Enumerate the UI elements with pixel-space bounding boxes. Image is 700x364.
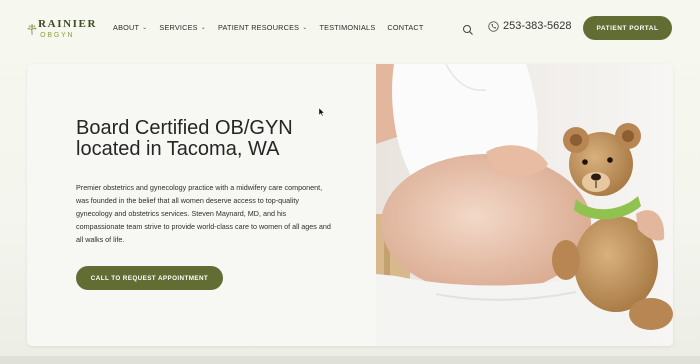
phone-link[interactable]: 253-383-5628 (488, 20, 572, 32)
tree-logo-icon (27, 24, 37, 35)
mouse-cursor-icon (318, 104, 325, 122)
patient-portal-button[interactable]: PATIENT PORTAL (583, 16, 672, 40)
nav-item-contact[interactable]: CONTACT (387, 23, 423, 32)
site-header: RAINIER OBGYN ABOUT ⌄ SERVICES ⌄ PATIENT R… (0, 0, 700, 58)
search-icon[interactable] (462, 23, 474, 35)
logo[interactable]: RAINIER OBGYN (27, 11, 97, 47)
hero-section: Board Certified OB/GYN located in Tacoma… (27, 64, 673, 346)
hero-description: Premier obstetrics and gynecology practi… (76, 183, 331, 245)
phone-icon (488, 20, 499, 32)
request-appointment-button[interactable]: CALL TO REQUEST APPOINTMENT (76, 266, 223, 290)
nav-label: ABOUT (113, 23, 140, 32)
hero-title: Board Certified OB/GYN located in Tacoma… (76, 118, 366, 160)
hero-photo (376, 64, 673, 346)
hero-title-line1: Board Certified OB/GYN (76, 117, 293, 139)
chevron-down-icon: ⌄ (142, 25, 148, 31)
nav-label: CONTACT (387, 23, 424, 32)
nav-item-services[interactable]: SERVICES ⌄ (159, 23, 206, 32)
logo-name: RAINIER (38, 18, 97, 30)
logo-subtitle: OBGYN (40, 32, 75, 39)
nav-label: PATIENT RESOURCES (217, 23, 300, 32)
chevron-down-icon: ⌄ (200, 25, 206, 31)
nav-item-testimonials[interactable]: TESTIMONIALS (319, 23, 375, 32)
nav-item-about[interactable]: ABOUT ⌄ (113, 23, 147, 32)
nav-label: TESTIMONIALS (319, 23, 376, 32)
pregnant-woman-teddy-bear-image (376, 64, 673, 346)
phone-number: 253-383-5628 (503, 20, 572, 32)
chevron-down-icon: ⌄ (302, 25, 308, 31)
nav-label: SERVICES (159, 23, 198, 32)
main-nav: ABOUT ⌄ SERVICES ⌄ PATIENT RESOURCES ⌄ TEST… (113, 23, 424, 32)
hero-title-line2: located in Tacoma, WA (76, 138, 280, 160)
bottom-edge (0, 356, 700, 364)
nav-item-patient-resources[interactable]: PATIENT RESOURCES ⌄ (218, 23, 307, 32)
